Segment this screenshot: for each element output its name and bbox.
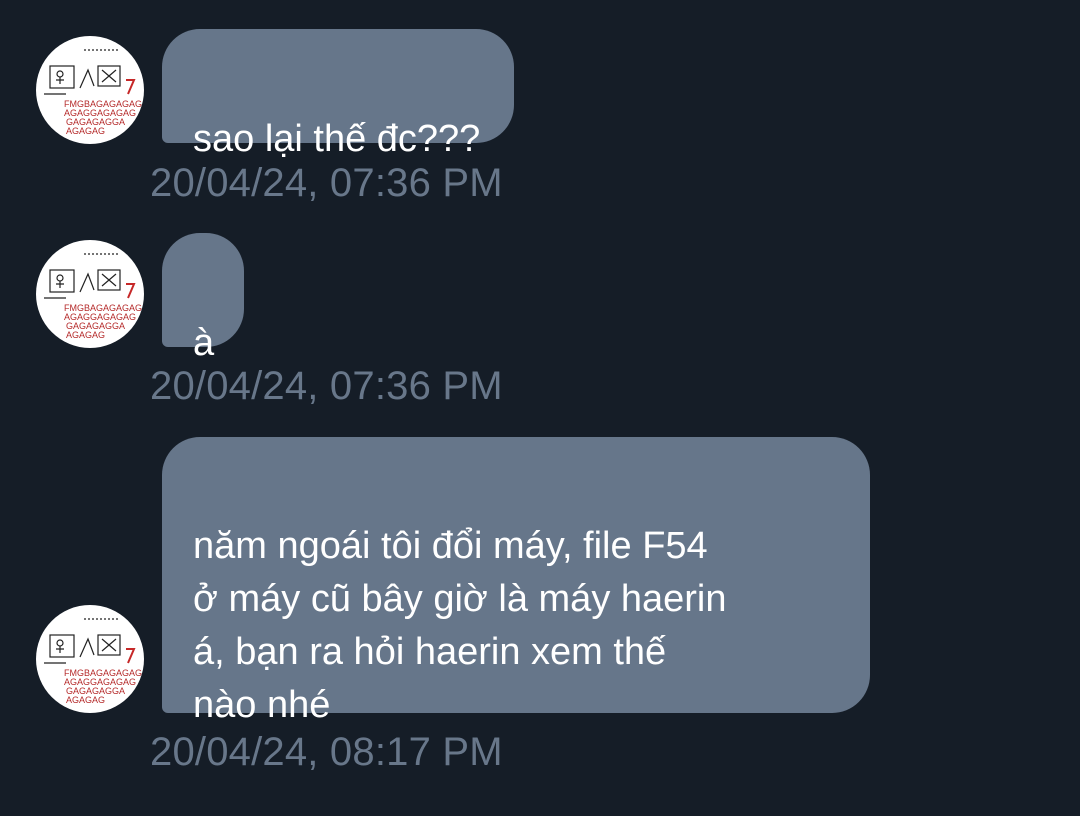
sketch-avatar-icon: FMGBAGAGAGAG AGAGGAGAGAG GAGAGAGGA AGAGA… <box>44 253 142 340</box>
message-text: sao lại thế đc??? <box>193 118 481 160</box>
message-text: à <box>193 322 215 364</box>
message-bubble[interactable]: năm ngoái tôi đổi máy, file F54 ở máy cũ… <box>162 437 870 726</box>
avatar[interactable]: FMGBAGAGAGAG AGAGGAGAGAG GAGAGAGGA AGAGA… <box>36 605 144 713</box>
sketch-avatar-icon: FMGBAGAGAGAG AGAGGAGAGAG GAGAGAGGA AGAGA… <box>44 49 142 136</box>
message-bubble[interactable]: à <box>162 233 245 364</box>
avatar[interactable]: FMGBAGAGAGAG AGAGGAGAGAG GAGAGAGGA AGAGA… <box>36 36 144 144</box>
avatar[interactable]: FMGBAGAGAGAG AGAGGAGAGAG GAGAGAGGA AGAGA… <box>36 240 144 348</box>
message-bubble[interactable]: sao lại thế đc??? <box>162 29 515 160</box>
message-text: năm ngoái tôi đổi máy, file F54 ở máy cũ… <box>193 525 727 726</box>
avatar-caption-line: AGAGAG <box>66 126 105 136</box>
avatar-caption-line: AGAGAG <box>66 330 105 340</box>
sketch-avatar-icon: FMGBAGAGAGAG AGAGGAGAGAG GAGAGAGGA AGAGA… <box>44 618 142 705</box>
message-timestamp: 20/04/24, 08:17 PM <box>150 730 503 774</box>
message-timestamp: 20/04/24, 07:36 PM <box>150 364 503 408</box>
avatar-caption-line: AGAGAG <box>66 695 105 705</box>
chat-thread: FMGBAGAGAGAG AGAGGAGAGAG GAGAGAGGA AGAGA… <box>0 0 1080 816</box>
message-timestamp: 20/04/24, 07:36 PM <box>150 161 503 205</box>
